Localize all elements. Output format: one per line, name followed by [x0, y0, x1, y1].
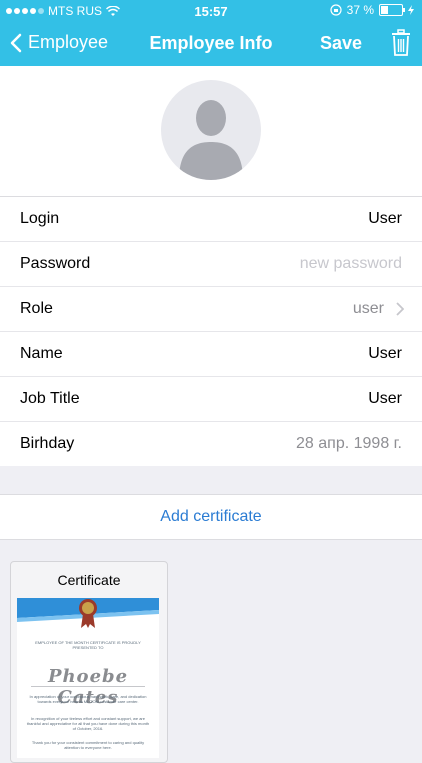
- charging-icon: [408, 5, 414, 15]
- employee-form: Login User Password new password Role us…: [0, 196, 422, 466]
- login-label: Login: [20, 210, 60, 227]
- chevron-right-icon: [396, 302, 404, 316]
- certificate-image: EMPLOYEE OF THE MONTH CERTIFICATE IS PRO…: [17, 598, 159, 758]
- certificate-paragraph-2: In recognition of your tireless effort a…: [26, 716, 150, 731]
- battery-icon: [379, 4, 405, 16]
- certificate-card[interactable]: Certificate EMPLOYEE OF THE MONTH CERTIF…: [10, 561, 168, 763]
- certificate-ribbon: [17, 598, 159, 628]
- job-title-value[interactable]: User: [368, 390, 402, 408]
- role-row[interactable]: Role user: [0, 287, 422, 332]
- password-input[interactable]: new password: [300, 255, 402, 273]
- login-row[interactable]: Login User: [0, 197, 422, 242]
- certificate-paragraph-3: Thank you for your consistent commitment…: [31, 740, 145, 750]
- battery-percent: 37 %: [346, 3, 374, 17]
- job-title-label: Job Title: [20, 390, 80, 407]
- save-button[interactable]: Save: [320, 33, 362, 54]
- add-certificate-button[interactable]: Add certificate: [0, 494, 422, 540]
- certificate-heading: EMPLOYEE OF THE MONTH CERTIFICATE IS PRO…: [35, 640, 141, 650]
- birthday-value[interactable]: 28 апр. 1998 г.: [296, 435, 402, 453]
- birthday-label: Birhday: [20, 435, 75, 452]
- role-value: user: [352, 300, 384, 317]
- name-row[interactable]: Name User: [0, 332, 422, 377]
- add-certificate-label: Add certificate: [160, 508, 262, 525]
- birthday-row[interactable]: Birhday 28 апр. 1998 г.: [0, 422, 422, 466]
- password-label: Password: [20, 255, 91, 272]
- status-bar: MTS RUS 15:57 37 %: [0, 0, 422, 22]
- certificate-card-title: Certificate: [57, 572, 121, 588]
- job-title-row[interactable]: Job Title User: [0, 377, 422, 422]
- password-row[interactable]: Password new password: [0, 242, 422, 287]
- avatar-section: [0, 66, 422, 196]
- rotation-lock-icon: [330, 4, 342, 16]
- status-right: 37 %: [330, 3, 414, 17]
- name-value[interactable]: User: [368, 345, 402, 363]
- certificate-paragraph-1: In appreciation of your continuous hard …: [29, 694, 147, 704]
- role-label: Role: [20, 300, 53, 317]
- trash-icon[interactable]: [390, 29, 412, 57]
- avatar[interactable]: [161, 80, 261, 180]
- navigation-bar: Employee Employee Info Save: [0, 22, 422, 66]
- login-value[interactable]: User: [368, 210, 402, 228]
- certificate-divider: [31, 686, 145, 687]
- name-label: Name: [20, 345, 63, 362]
- user-silhouette-icon: [179, 100, 243, 180]
